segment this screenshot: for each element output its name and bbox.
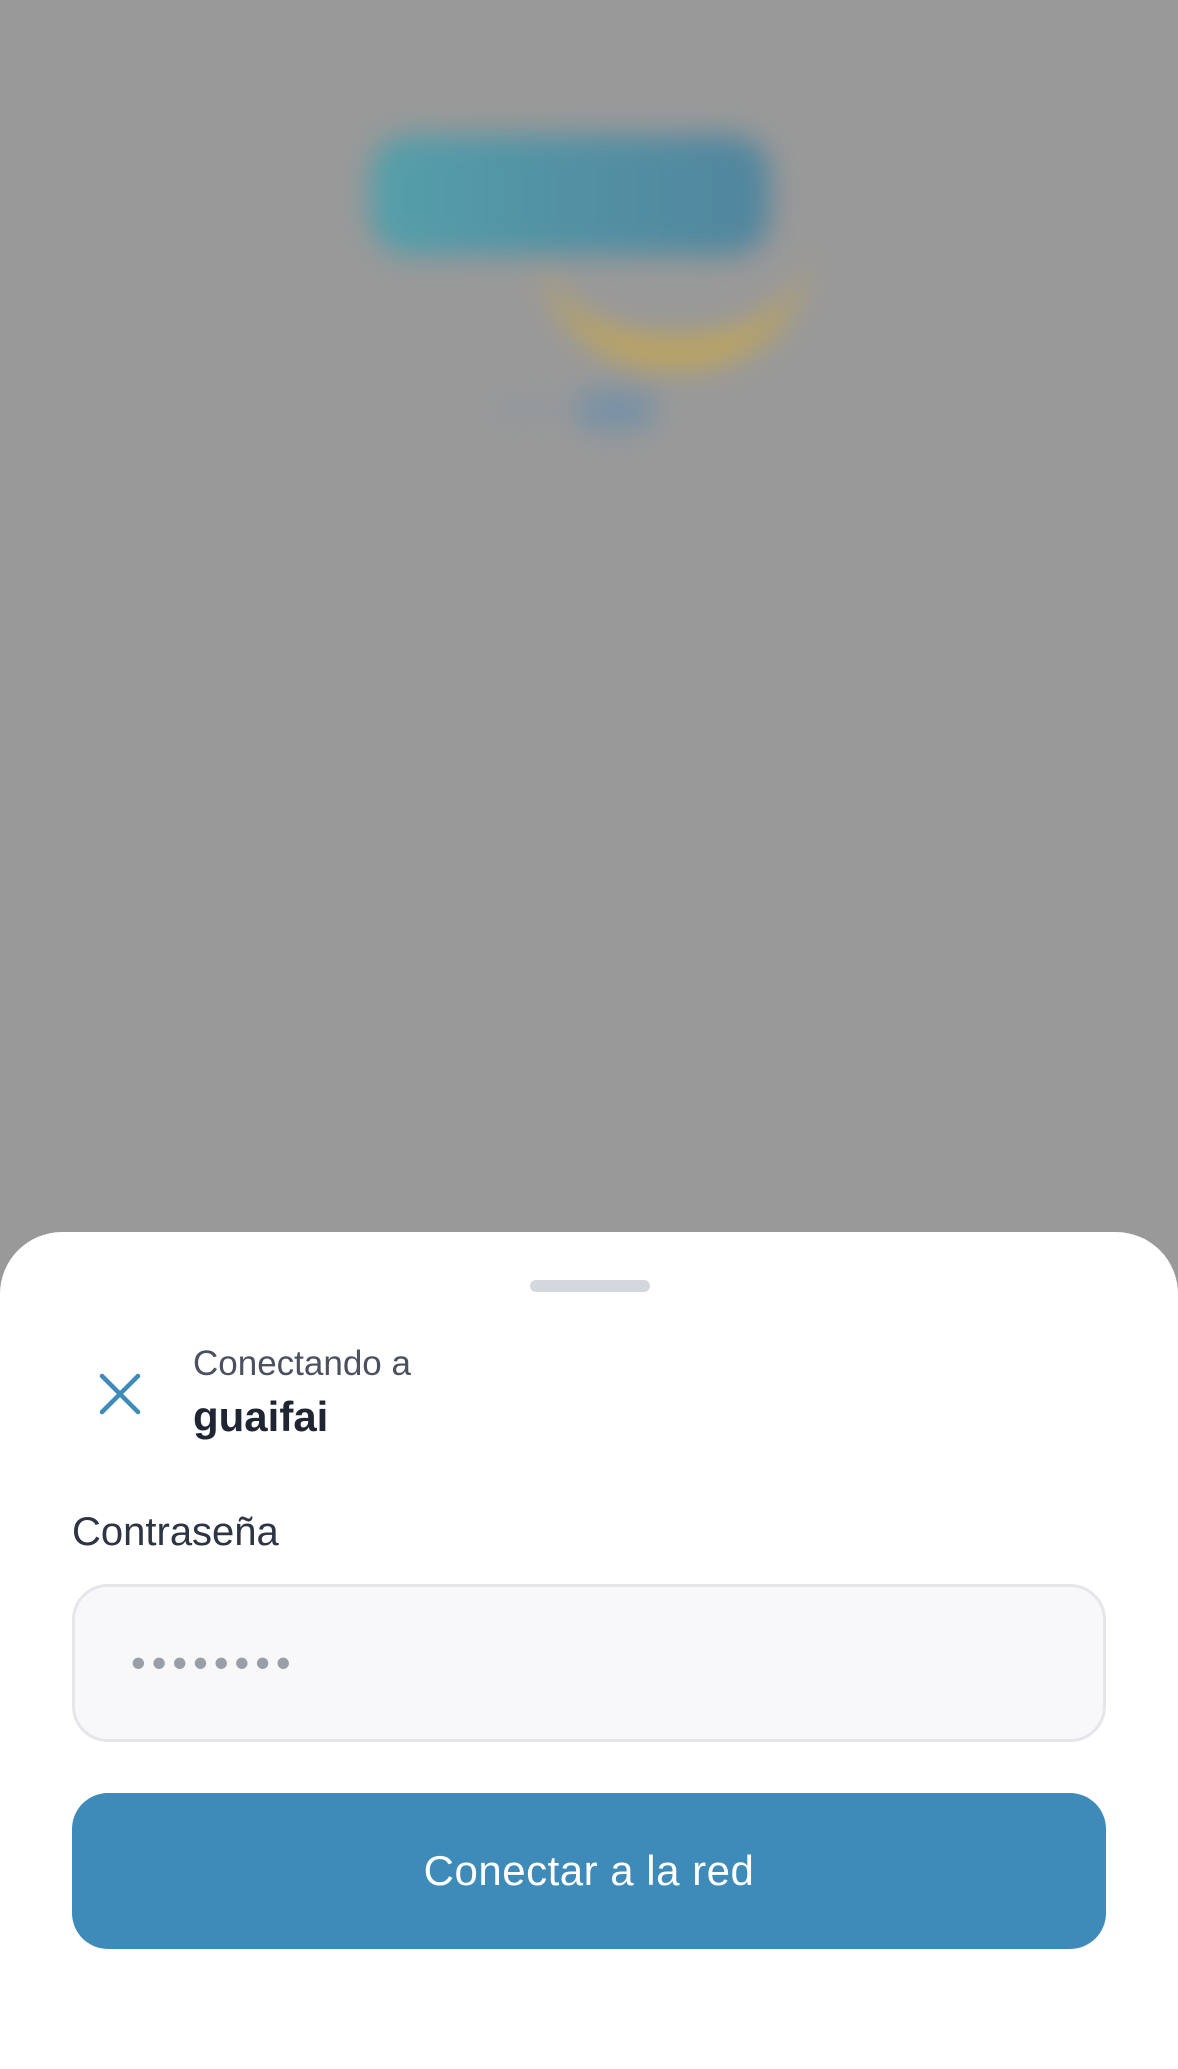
screen: Conectando a guaifai Contraseña Conectar… [0, 0, 1178, 2069]
connecting-subtitle: Conectando a [193, 1344, 411, 1383]
background-logo [360, 95, 820, 455]
logo-smile [540, 245, 810, 369]
password-label: Contraseña [72, 1510, 279, 1554]
connect-button[interactable]: Conectar a la red [72, 1793, 1106, 1949]
password-input[interactable] [72, 1584, 1106, 1742]
network-name: guaifai [193, 1393, 329, 1440]
background-indicator-left [490, 400, 560, 420]
sheet-header: Conectando a guaifai [193, 1342, 411, 1444]
connect-bottom-sheet: Conectando a guaifai Contraseña Conectar… [0, 1232, 1178, 2069]
sheet-drag-handle[interactable] [530, 1280, 650, 1292]
background-indicator-active [575, 390, 655, 430]
logo-wordmark [370, 135, 770, 255]
close-button[interactable] [88, 1362, 152, 1426]
close-icon [99, 1373, 141, 1415]
